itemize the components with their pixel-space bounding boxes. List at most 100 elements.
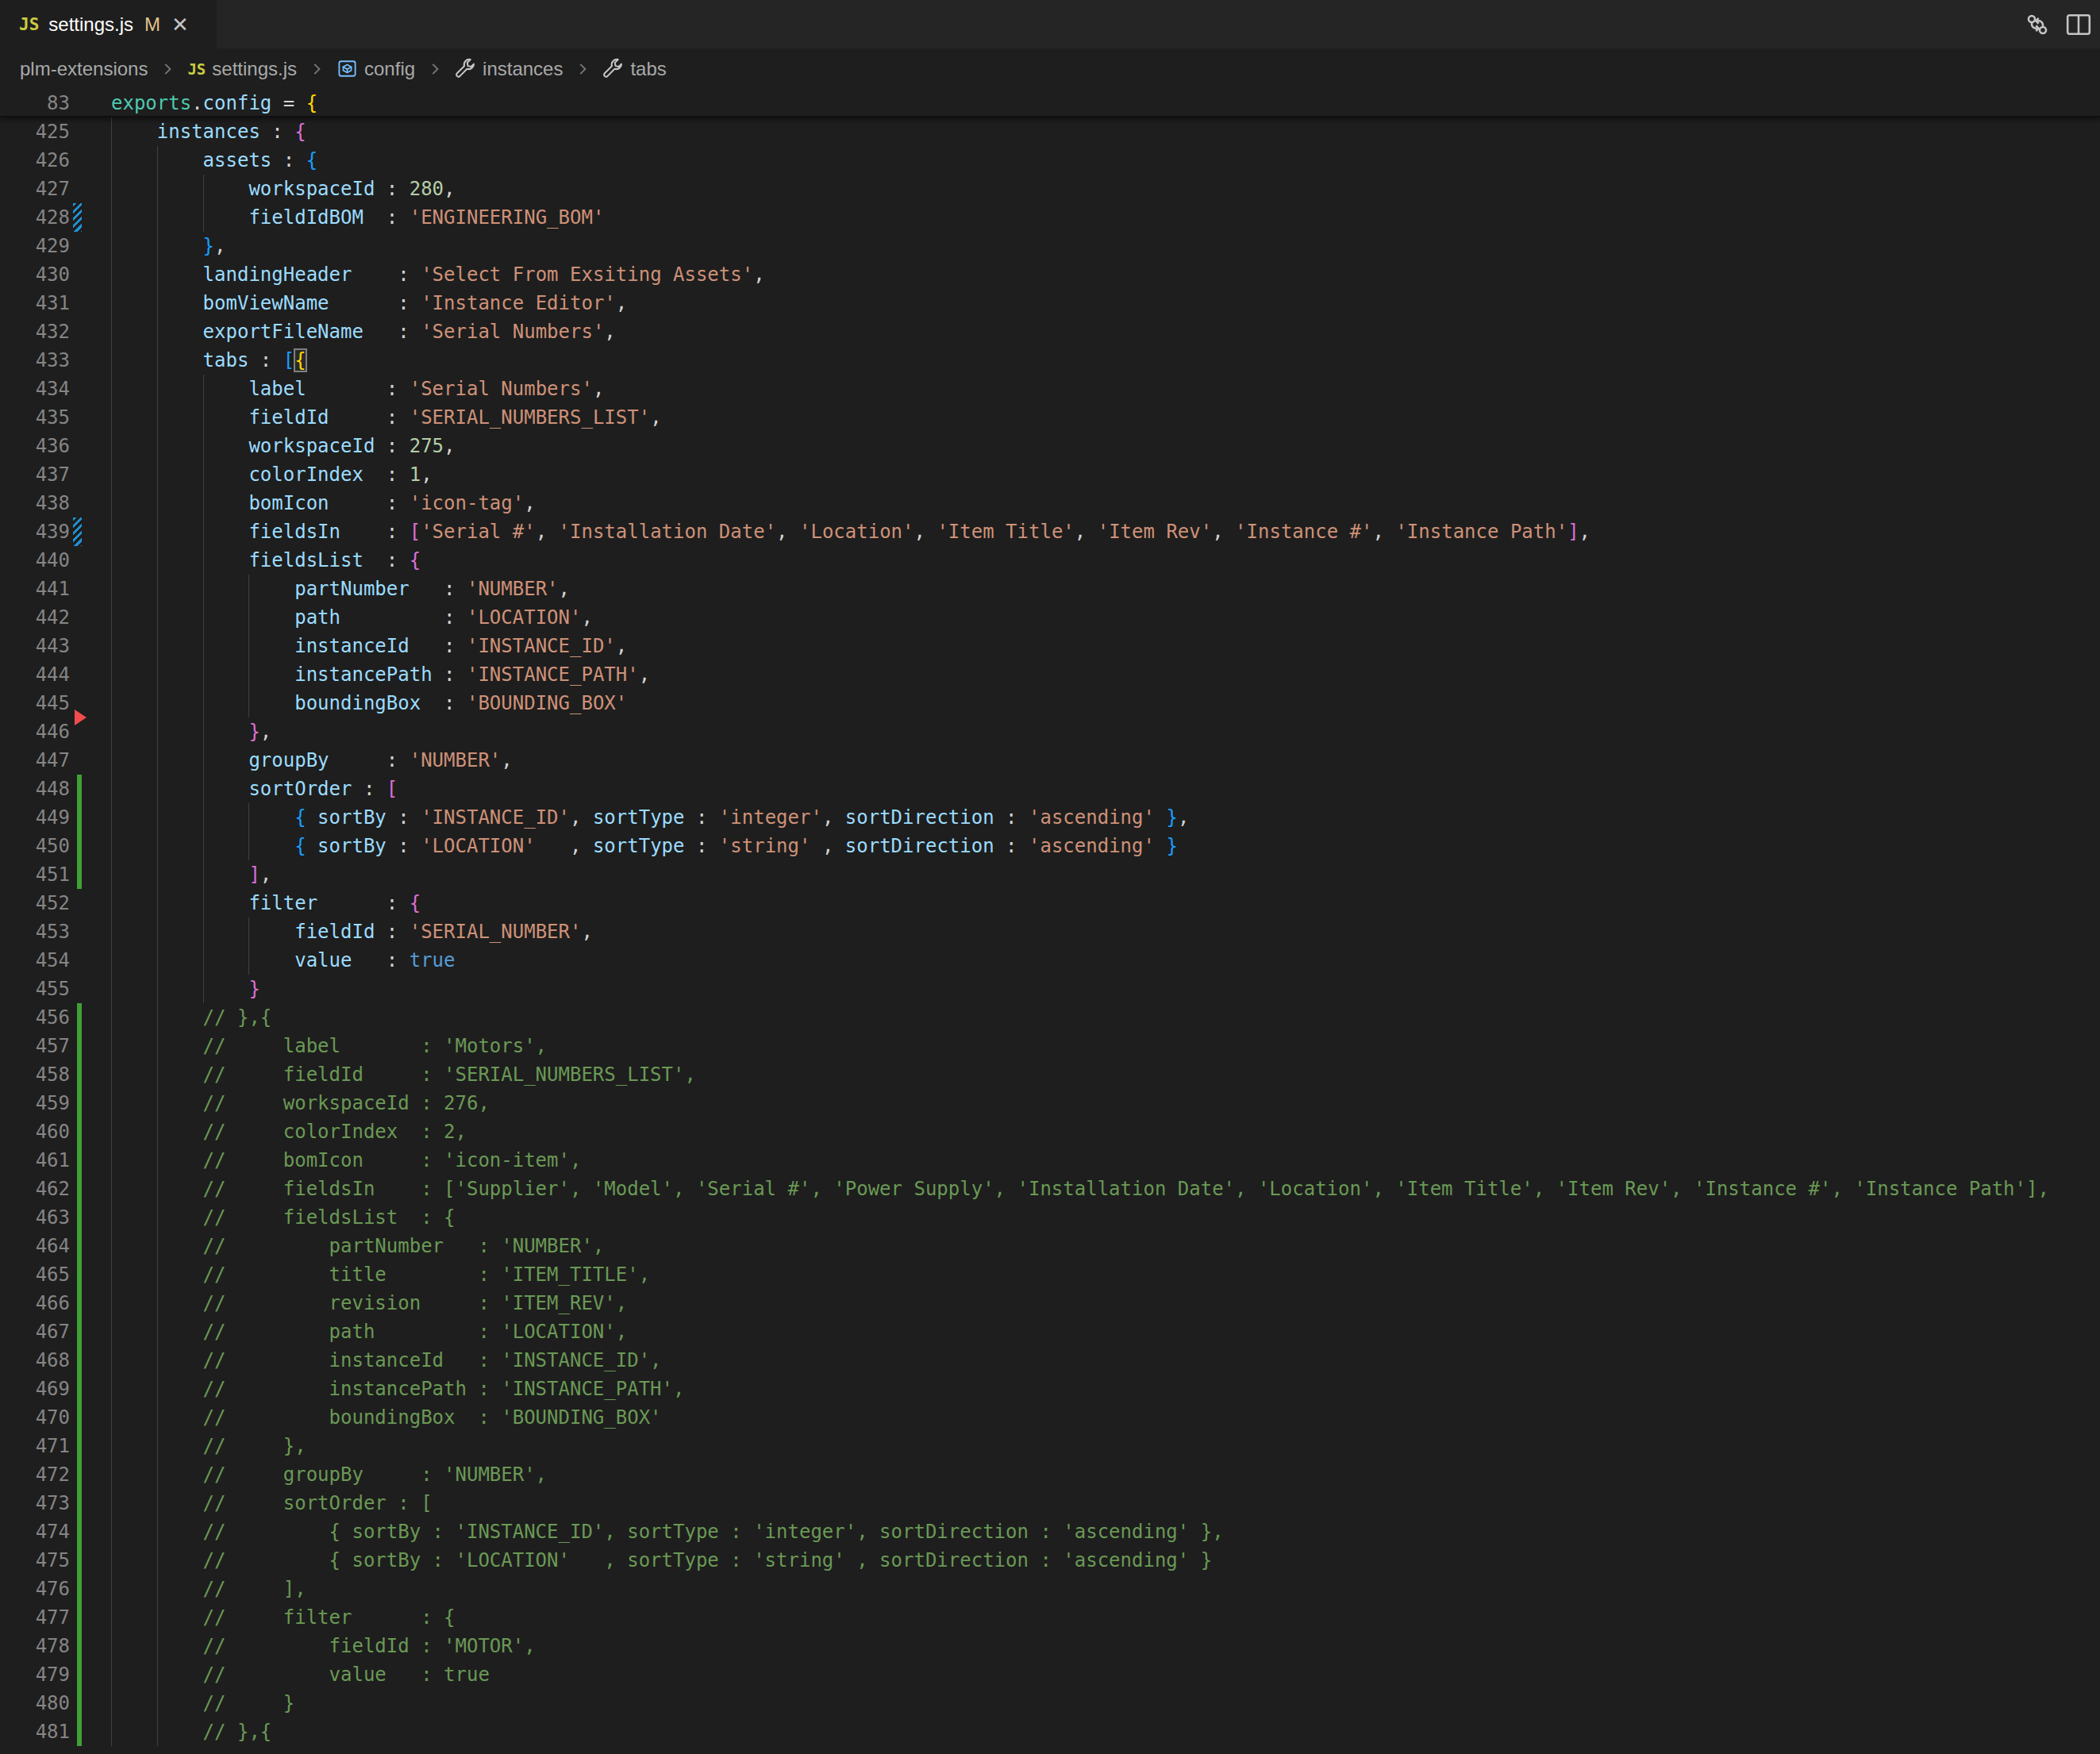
code-line[interactable]: 429 }, bbox=[0, 232, 2100, 260]
code-line[interactable]: 479 // value : true bbox=[0, 1660, 2100, 1689]
git-gutter-added[interactable] bbox=[77, 1003, 82, 1032]
line-number[interactable]: 448 bbox=[0, 775, 70, 803]
code-line[interactable]: 449 { sortBy : 'INSTANCE_ID', sortType :… bbox=[0, 803, 2100, 832]
line-number[interactable]: 426 bbox=[0, 146, 70, 175]
line-number[interactable]: 467 bbox=[0, 1317, 70, 1346]
git-gutter-added[interactable] bbox=[77, 1032, 82, 1060]
line-number[interactable]: 441 bbox=[0, 575, 70, 603]
code-line[interactable]: 426 assets : { bbox=[0, 146, 2100, 175]
code-line[interactable]: 481 // },{ bbox=[0, 1717, 2100, 1746]
code-line[interactable]: 439 fieldsIn : ['Serial #', 'Installatio… bbox=[0, 517, 2100, 546]
line-number[interactable]: 451 bbox=[0, 860, 70, 889]
line-number[interactable]: 476 bbox=[0, 1575, 70, 1603]
code-line[interactable]: 435 fieldId : 'SERIAL_NUMBERS_LIST', bbox=[0, 403, 2100, 432]
git-gutter-added[interactable] bbox=[77, 1346, 82, 1375]
code-line[interactable]: 447 groupBy : 'NUMBER', bbox=[0, 746, 2100, 775]
code-line[interactable]: 452 filter : { bbox=[0, 889, 2100, 917]
line-number[interactable]: 435 bbox=[0, 403, 70, 432]
code-line[interactable]: 474 // { sortBy : 'INSTANCE_ID', sortTyp… bbox=[0, 1517, 2100, 1546]
line-number[interactable]: 465 bbox=[0, 1260, 70, 1289]
code-line[interactable]: 444 instancePath : 'INSTANCE_PATH', bbox=[0, 660, 2100, 689]
code-line[interactable]: 462 // fieldsIn : ['Supplier', 'Model', … bbox=[0, 1175, 2100, 1203]
line-number[interactable]: 428 bbox=[0, 203, 70, 232]
line-number[interactable]: 474 bbox=[0, 1517, 70, 1546]
code-line[interactable]: 428 fieldIdBOM : 'ENGINEERING_BOM' bbox=[0, 203, 2100, 232]
line-number[interactable]: 443 bbox=[0, 632, 70, 660]
line-number[interactable]: 454 bbox=[0, 946, 70, 975]
code-line[interactable]: 443 instanceId : 'INSTANCE_ID', bbox=[0, 632, 2100, 660]
sticky-scroll-line[interactable]: 83 exports.config = { bbox=[0, 89, 2100, 117]
git-gutter-added[interactable] bbox=[77, 1632, 82, 1660]
line-number[interactable]: 438 bbox=[0, 489, 70, 517]
code-line[interactable]: 442 path : 'LOCATION', bbox=[0, 603, 2100, 632]
editor-code-area[interactable]: 425 instances : {426 assets : {427 works… bbox=[0, 117, 2100, 1746]
line-number[interactable]: 464 bbox=[0, 1232, 70, 1260]
line-number[interactable]: 436 bbox=[0, 432, 70, 460]
line-number[interactable]: 425 bbox=[0, 117, 70, 146]
line-number[interactable]: 481 bbox=[0, 1717, 70, 1746]
code-line[interactable]: 467 // path : 'LOCATION', bbox=[0, 1317, 2100, 1346]
git-gutter-added[interactable] bbox=[77, 860, 82, 889]
code-line[interactable]: 441 partNumber : 'NUMBER', bbox=[0, 575, 2100, 603]
line-number[interactable]: 433 bbox=[0, 346, 70, 375]
code-line[interactable]: 470 // boundingBox : 'BOUNDING_BOX' bbox=[0, 1403, 2100, 1432]
git-gutter-added[interactable] bbox=[77, 1146, 82, 1175]
line-number[interactable]: 470 bbox=[0, 1403, 70, 1432]
code-line[interactable]: 464 // partNumber : 'NUMBER', bbox=[0, 1232, 2100, 1260]
breadcrumb-item-instances[interactable]: instances bbox=[455, 58, 563, 80]
git-gutter-added[interactable] bbox=[77, 775, 82, 803]
open-changes-icon[interactable] bbox=[2024, 11, 2051, 38]
breadcrumb-item-settings-js[interactable]: JSsettings.js bbox=[187, 58, 297, 80]
line-number[interactable]: 480 bbox=[0, 1689, 70, 1717]
line-number[interactable]: 453 bbox=[0, 917, 70, 946]
line-number[interactable]: 444 bbox=[0, 660, 70, 689]
git-gutter-added[interactable] bbox=[77, 1517, 82, 1546]
split-editor-icon[interactable] bbox=[2065, 11, 2092, 38]
line-number[interactable]: 456 bbox=[0, 1003, 70, 1032]
git-gutter-added[interactable] bbox=[77, 1232, 82, 1260]
line-number[interactable]: 446 bbox=[0, 717, 70, 746]
code-line[interactable]: 469 // instancePath : 'INSTANCE_PATH', bbox=[0, 1375, 2100, 1403]
code-line[interactable]: 457 // label : 'Motors', bbox=[0, 1032, 2100, 1060]
code-line[interactable]: 473 // sortOrder : [ bbox=[0, 1489, 2100, 1517]
git-gutter-added[interactable] bbox=[77, 1660, 82, 1689]
code-line[interactable]: 465 // title : 'ITEM_TITLE', bbox=[0, 1260, 2100, 1289]
line-number[interactable]: 439 bbox=[0, 517, 70, 546]
git-gutter-added[interactable] bbox=[77, 832, 82, 860]
git-gutter-added[interactable] bbox=[77, 1489, 82, 1517]
code-line[interactable]: 427 workspaceId : 280, bbox=[0, 175, 2100, 203]
git-gutter-added[interactable] bbox=[77, 1203, 82, 1232]
code-line[interactable]: 448 sortOrder : [ bbox=[0, 775, 2100, 803]
breadcrumb-item-tabs[interactable]: tabs bbox=[602, 58, 666, 80]
code-line[interactable]: 450 { sortBy : 'LOCATION' , sortType : '… bbox=[0, 832, 2100, 860]
line-number[interactable]: 479 bbox=[0, 1660, 70, 1689]
git-gutter-added[interactable] bbox=[77, 1403, 82, 1432]
line-number[interactable]: 457 bbox=[0, 1032, 70, 1060]
git-gutter-added[interactable] bbox=[77, 1060, 82, 1089]
code-line[interactable]: 438 bomIcon : 'icon-tag', bbox=[0, 489, 2100, 517]
line-number[interactable]: 475 bbox=[0, 1546, 70, 1575]
line-number[interactable]: 469 bbox=[0, 1375, 70, 1403]
line-number[interactable]: 447 bbox=[0, 746, 70, 775]
line-number[interactable]: 450 bbox=[0, 832, 70, 860]
code-line[interactable]: 480 // } bbox=[0, 1689, 2100, 1717]
line-number[interactable]: 455 bbox=[0, 975, 70, 1003]
code-line[interactable]: 440 fieldsList : { bbox=[0, 546, 2100, 575]
line-number[interactable]: 452 bbox=[0, 889, 70, 917]
code-line[interactable]: 445 boundingBox : 'BOUNDING_BOX' bbox=[0, 689, 2100, 717]
code-line[interactable]: 476 // ], bbox=[0, 1575, 2100, 1603]
line-number[interactable]: 473 bbox=[0, 1489, 70, 1517]
code-line[interactable]: 454 value : true bbox=[0, 946, 2100, 975]
git-gutter-added[interactable] bbox=[77, 1432, 82, 1460]
code-line[interactable]: 425 instances : { bbox=[0, 117, 2100, 146]
line-number[interactable]: 432 bbox=[0, 317, 70, 346]
git-gutter-added[interactable] bbox=[77, 1289, 82, 1317]
git-gutter-added[interactable] bbox=[77, 1375, 82, 1403]
line-number[interactable]: 449 bbox=[0, 803, 70, 832]
code-line[interactable]: 459 // workspaceId : 276, bbox=[0, 1089, 2100, 1117]
code-line[interactable]: 437 colorIndex : 1, bbox=[0, 460, 2100, 489]
line-number[interactable]: 431 bbox=[0, 289, 70, 317]
code-line[interactable]: 460 // colorIndex : 2, bbox=[0, 1117, 2100, 1146]
line-number[interactable]: 458 bbox=[0, 1060, 70, 1089]
git-gutter-modified[interactable] bbox=[73, 517, 82, 546]
